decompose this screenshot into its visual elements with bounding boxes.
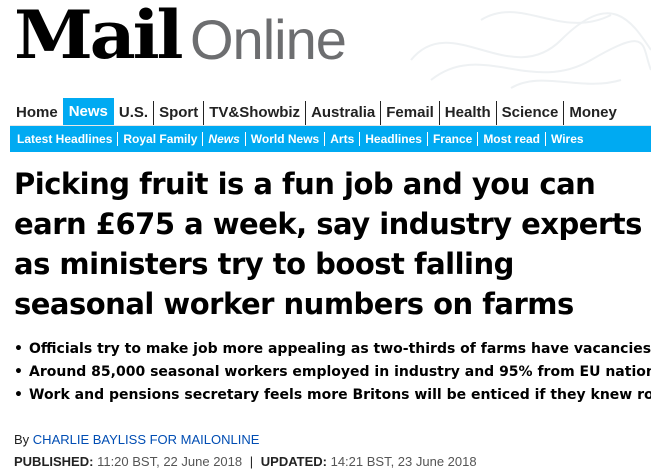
secondary-nav: Latest Headlines Royal Family News World…: [10, 126, 651, 152]
subnav-item-arts[interactable]: Arts: [324, 132, 359, 146]
published-label: PUBLISHED:: [14, 454, 94, 469]
bullet-marker-icon: •: [14, 341, 23, 357]
date-separator: |: [249, 454, 254, 469]
subnav-item-news[interactable]: News: [202, 132, 244, 146]
article-dates: PUBLISHED: 11:20 BST, 22 June 2018 | UPD…: [14, 454, 477, 469]
article-summary-bullets: • Officials try to make job more appeali…: [14, 338, 651, 407]
subnav-item-most-read[interactable]: Most read: [477, 132, 545, 146]
primary-nav: Home News U.S. Sport TV&Showbiz Australi…: [10, 98, 651, 126]
masthead: Mail Online: [0, 0, 651, 92]
headline-line: earn £675 a week, say industry experts: [14, 207, 642, 241]
subnav-item-royal-family[interactable]: Royal Family: [117, 132, 202, 146]
decorative-swirl-icon: [410, 11, 651, 89]
summary-bullet-text: Officials try to make job more appealing…: [29, 341, 651, 357]
article-headline: Picking fruit is a fun job and you can e…: [14, 164, 649, 324]
summary-bullet: • Officials try to make job more appeali…: [14, 338, 651, 361]
nav-item-femail[interactable]: Femail: [380, 101, 439, 125]
nav-item-science[interactable]: Science: [495, 101, 564, 125]
subnav-item-world-news[interactable]: World News: [244, 132, 324, 146]
subnav-item-france[interactable]: France: [426, 132, 477, 146]
nav-item-australia[interactable]: Australia: [305, 101, 380, 125]
headline-line: seasonal worker numbers on farms: [14, 287, 574, 321]
nav-item-us[interactable]: U.S.: [114, 101, 153, 125]
nav-item-news[interactable]: News: [62, 98, 114, 125]
byline: By CHARLIE BAYLISS FOR MAILONLINE: [14, 432, 259, 447]
headline-line: Picking fruit is a fun job and you can: [14, 167, 596, 201]
bullet-marker-icon: •: [14, 364, 23, 380]
nav-item-health[interactable]: Health: [438, 101, 496, 125]
headline-line: as ministers try to boost falling: [14, 247, 514, 281]
logo-online-text: Online: [190, 8, 347, 71]
site-logo[interactable]: Mail Online: [14, 2, 347, 68]
summary-bullet-text: Around 85,000 seasonal workers employed …: [29, 364, 651, 380]
summary-bullet-text: Work and pensions secretary feels more B…: [29, 387, 651, 403]
summary-bullet: • Around 85,000 seasonal workers employe…: [14, 361, 651, 384]
bullet-marker-icon: •: [14, 387, 23, 403]
published-value: 11:20 BST, 22 June 2018: [97, 454, 243, 469]
subnav-item-wires[interactable]: Wires: [545, 132, 589, 146]
nav-item-tv-showbiz[interactable]: TV&Showbiz: [203, 101, 305, 125]
subnav-item-headlines[interactable]: Headlines: [359, 132, 427, 146]
summary-bullet: • Work and pensions secretary feels more…: [14, 384, 651, 407]
updated-value: 14:21 BST, 23 June 2018: [330, 454, 477, 469]
nav-item-sport[interactable]: Sport: [153, 101, 203, 125]
logo-mail-text: Mail: [14, 0, 184, 74]
author-link[interactable]: CHARLIE BAYLISS FOR MAILONLINE: [33, 432, 260, 447]
subnav-item-latest-headlines[interactable]: Latest Headlines: [10, 132, 117, 146]
byline-prefix: By: [14, 432, 30, 447]
nav-item-home[interactable]: Home: [10, 101, 63, 125]
nav-item-money[interactable]: Money: [563, 101, 622, 125]
updated-label: UPDATED:: [260, 454, 327, 469]
